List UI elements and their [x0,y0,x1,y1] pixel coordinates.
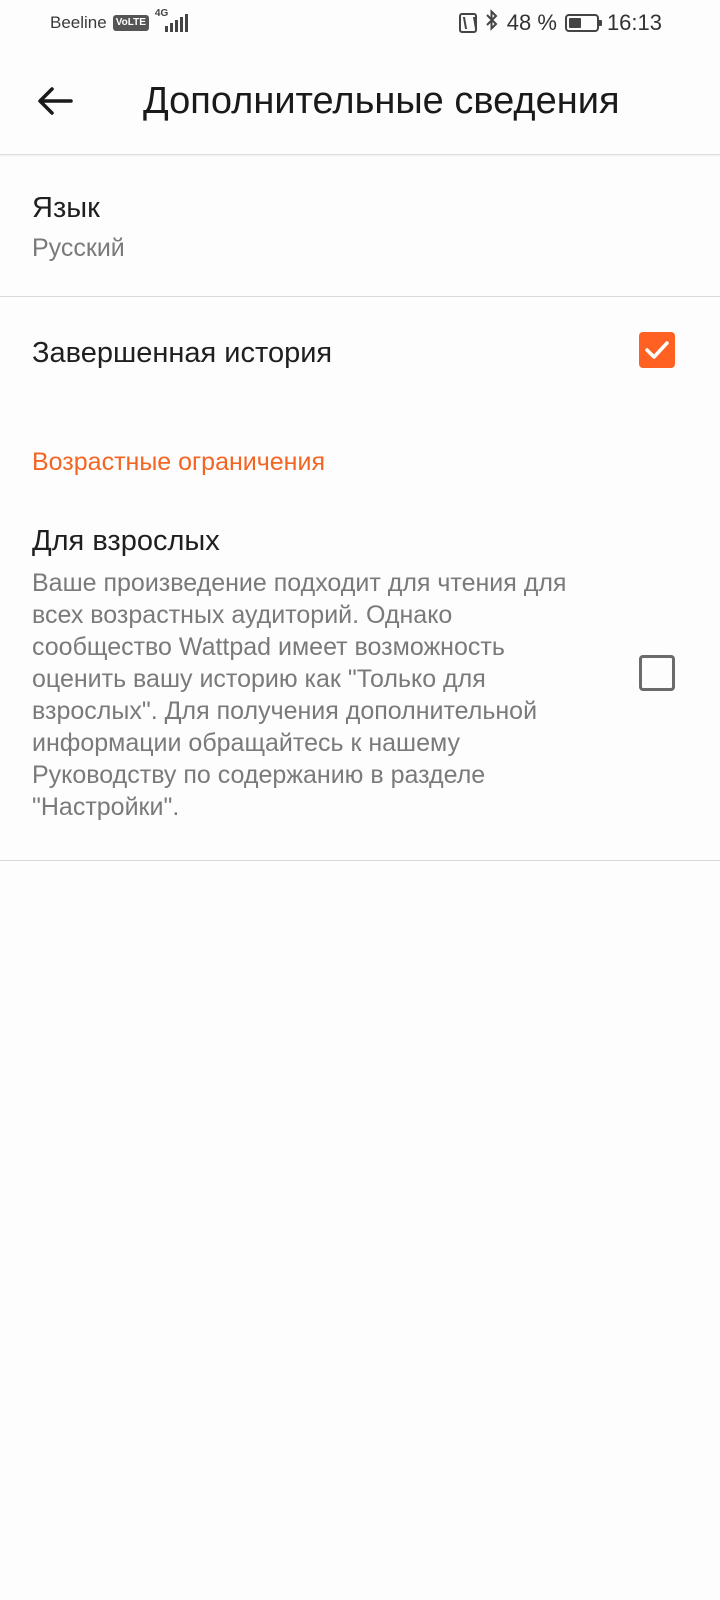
completed-story-setting[interactable]: Завершенная история [0,297,720,407]
volte-badge: VoLTE [112,15,149,31]
carrier-name: Beeline [50,13,107,32]
clock: 16:13 [606,10,662,35]
battery-icon [564,14,602,32]
arrow-left-icon [38,87,73,115]
bluetooth-icon [485,9,499,37]
back-button[interactable] [30,76,80,126]
language-setting[interactable]: Язык Русский [0,156,720,297]
signal-icon: 4G [155,8,193,34]
status-bar: Beeline VoLTE 4G 48 % 16:13 [0,0,720,46]
language-value: Русский [32,234,125,262]
adult-content-setting[interactable]: Для взрослых Ваше произведение подходит … [0,505,720,861]
nfc-icon [458,13,477,33]
status-bar-left: Beeline VoLTE 4G [0,8,193,34]
adult-content-description: Ваше произведение подходит для чтения дл… [32,569,567,821]
battery-percent: 48 % [506,10,557,35]
page-title: Дополнительные сведения [143,80,620,122]
checkmark-icon [645,341,669,359]
language-label: Язык [32,192,100,224]
status-bar-right: 48 % 16:13 [458,9,720,37]
completed-story-label: Завершенная история [32,337,333,369]
age-restrictions-header: Возрастные ограничения [32,448,325,476]
adult-content-checkbox[interactable] [639,655,675,691]
completed-story-checkbox[interactable] [639,332,675,368]
adult-content-label: Для взрослых [32,525,220,557]
app-bar: Дополнительные сведения [0,46,720,155]
